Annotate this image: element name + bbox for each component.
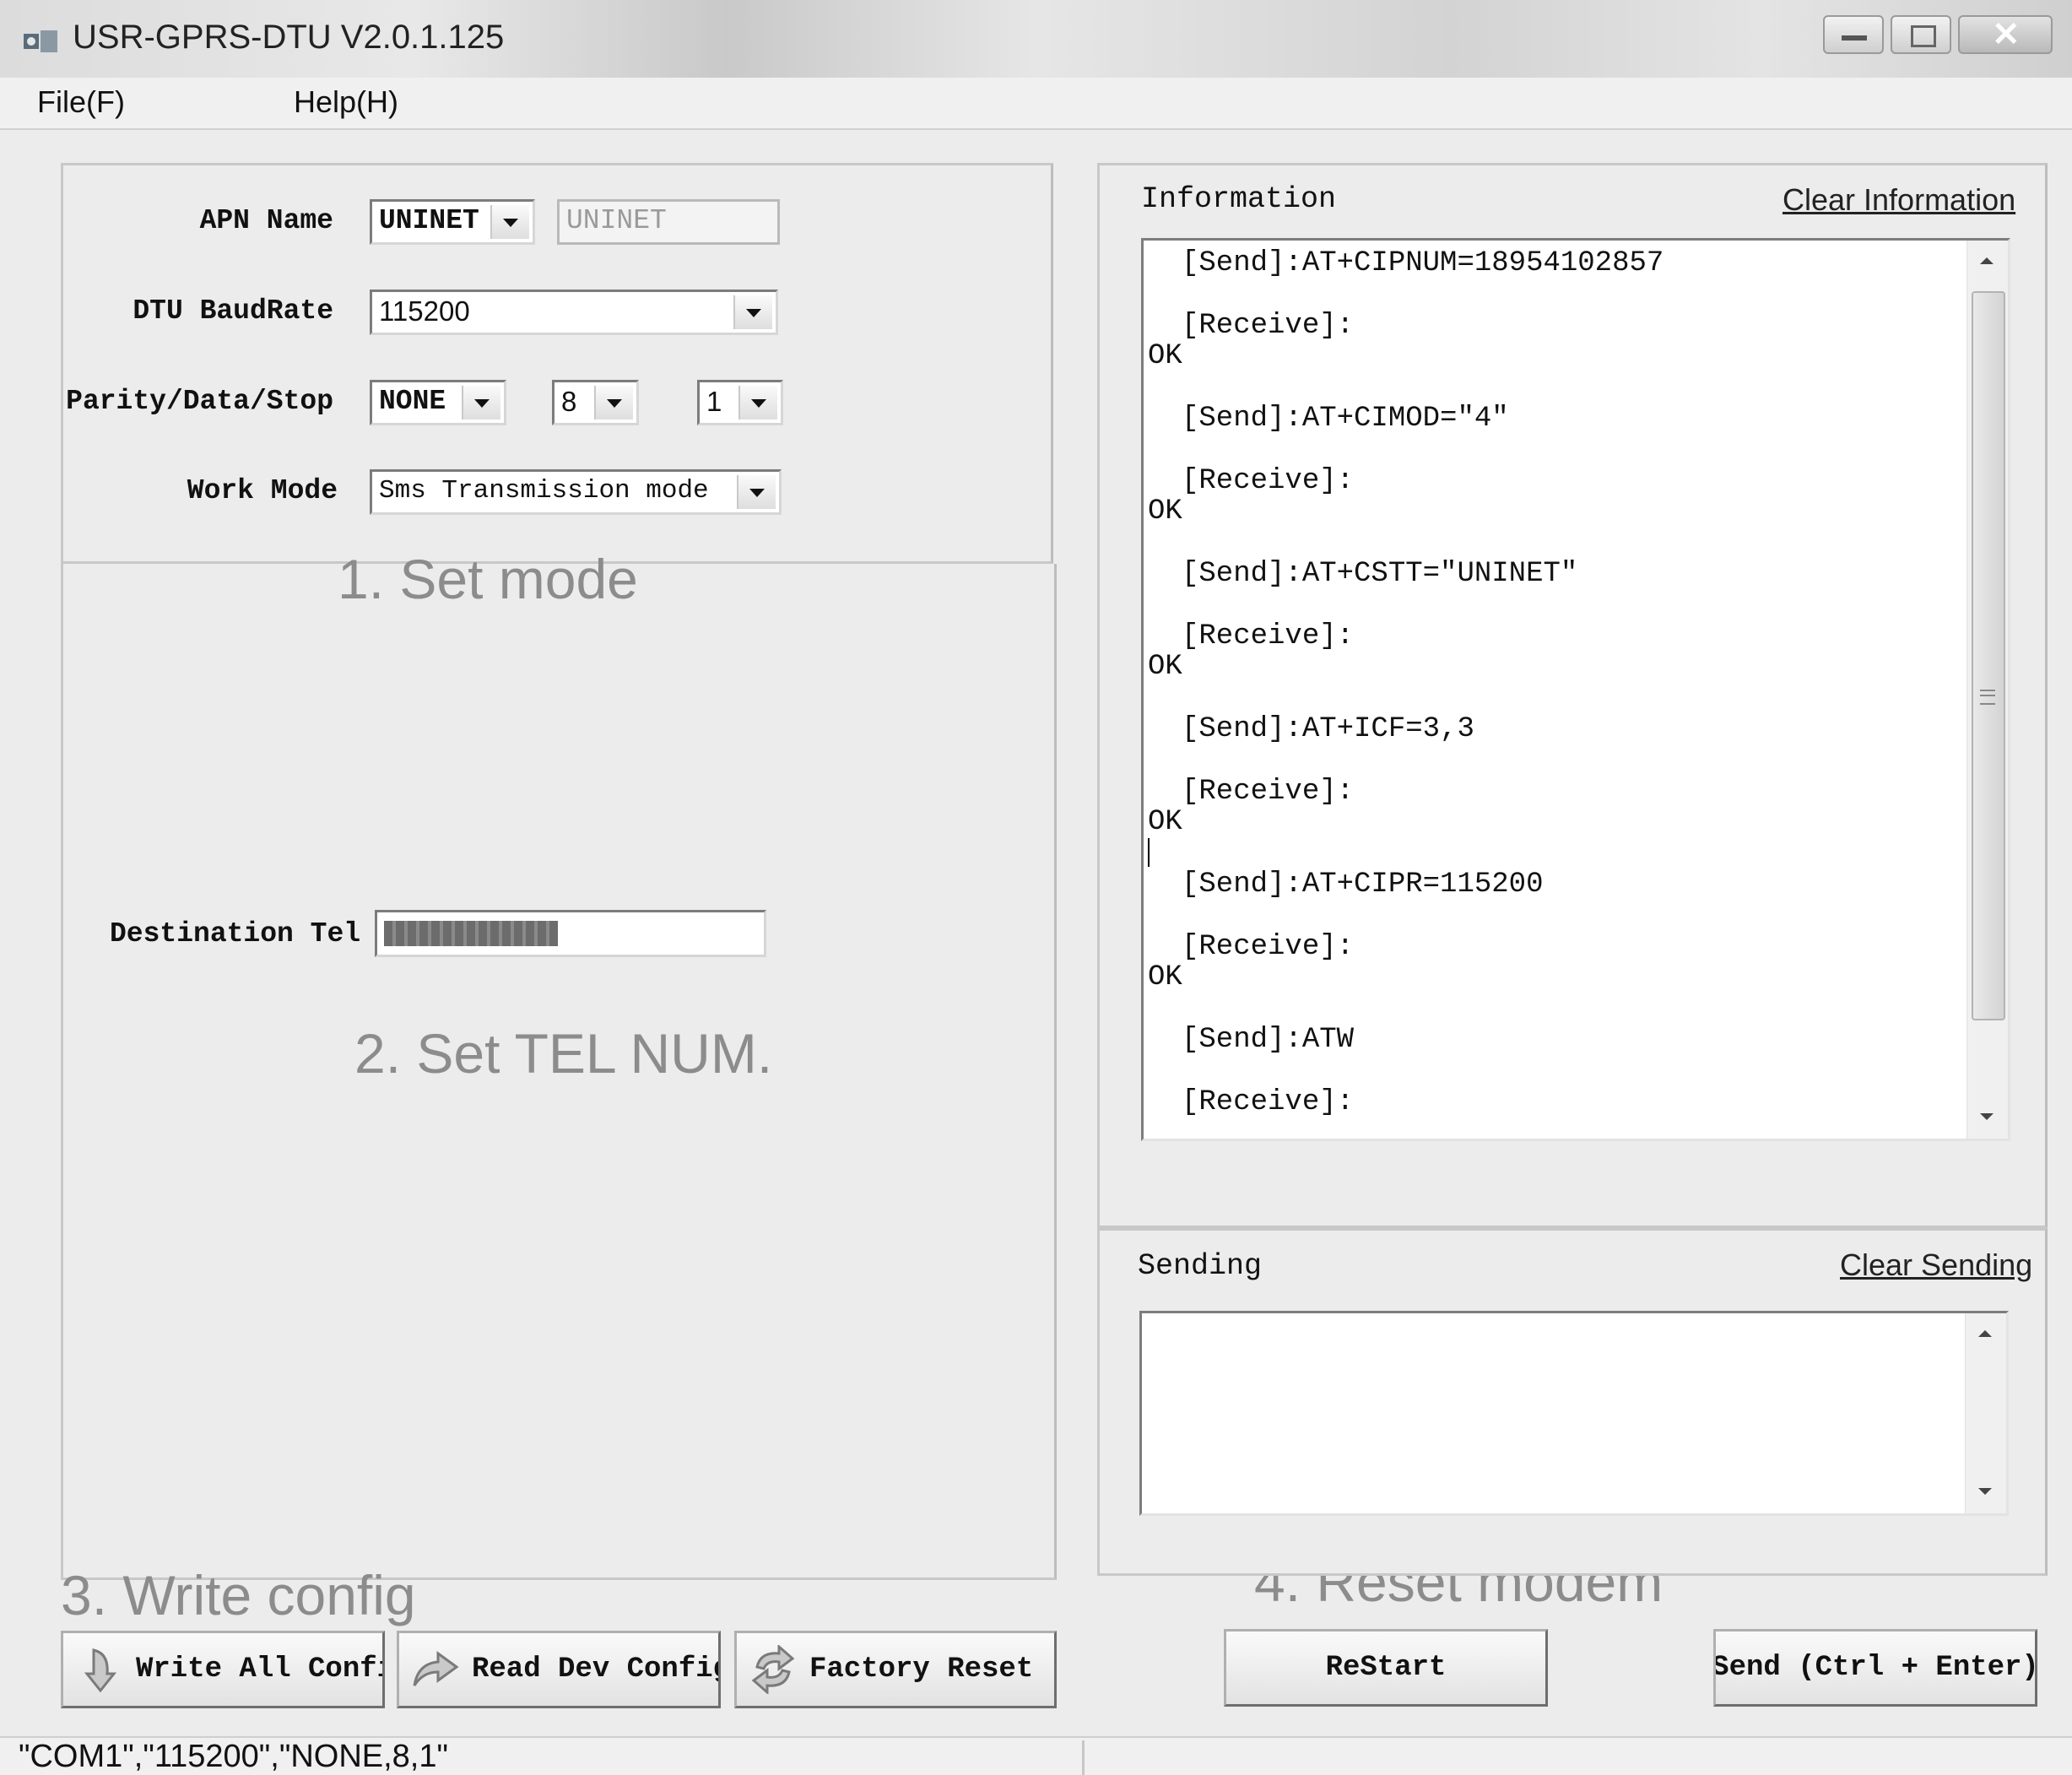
redacted-phone-number xyxy=(384,921,558,946)
status-port-settings: "COM1","115200","NONE,8,1" xyxy=(19,1739,448,1774)
sending-scrollbar[interactable] xyxy=(1965,1313,2006,1513)
send-label: Send (Ctrl + Enter) xyxy=(1713,1652,2037,1684)
restart-button[interactable]: ReStart xyxy=(1224,1629,1548,1707)
menu-file[interactable]: File(F) xyxy=(37,84,125,120)
workmode-select[interactable]: Sms Transmission mode xyxy=(370,469,782,515)
stop-bits-value: 1 xyxy=(706,386,722,417)
download-arrow-icon xyxy=(84,1648,117,1693)
text-cursor xyxy=(1148,838,1150,867)
apn-select-value: UNINET xyxy=(379,205,479,236)
log-line: [Send]:AT+CIPR=115200 xyxy=(1182,869,1544,901)
chevron-down-icon[interactable] xyxy=(594,386,633,419)
workmode-label: Work Mode xyxy=(187,475,338,506)
log-line: OK xyxy=(1148,961,1182,993)
maximize-icon xyxy=(1911,25,1936,47)
log-line: OK xyxy=(1148,340,1182,372)
parity-select[interactable]: NONE xyxy=(370,380,506,425)
parity-label: Parity/Data/Stop xyxy=(66,386,333,417)
log-line: OK xyxy=(1148,806,1182,838)
app-icon xyxy=(22,29,59,54)
parity-select-value: NONE xyxy=(379,386,446,417)
step3-label: 3. Write config xyxy=(61,1564,416,1626)
log-line: [Send]:ATW xyxy=(1182,1024,1355,1056)
factory-reset-label: Factory Reset xyxy=(809,1653,1034,1686)
chevron-down-icon[interactable] xyxy=(737,475,776,509)
chevron-down-icon[interactable] xyxy=(738,386,777,419)
sending-title: Sending xyxy=(1138,1249,1263,1283)
baud-select[interactable]: 115200 xyxy=(370,290,778,335)
log-line: [Send]:AT+CIPNUM=18954102857 xyxy=(1182,247,1664,279)
send-button[interactable]: Send (Ctrl + Enter) xyxy=(1713,1629,2037,1707)
data-bits-value: 8 xyxy=(561,386,577,417)
restart-label: ReStart xyxy=(1325,1652,1447,1684)
sending-input[interactable] xyxy=(1139,1311,2009,1516)
dest-tel-input[interactable] xyxy=(375,910,766,957)
log-line: OK xyxy=(1148,651,1182,683)
apn-text-field: UNINET xyxy=(557,199,780,245)
minimize-icon xyxy=(1842,35,1867,41)
chevron-down-icon[interactable] xyxy=(733,295,772,329)
log-line: [Receive]: xyxy=(1182,620,1355,652)
apn-label: APN Name xyxy=(199,205,333,236)
stop-bits-select[interactable]: 1 xyxy=(697,380,783,425)
close-button[interactable]: ✕ xyxy=(1958,15,2053,54)
window-title: USR-GPRS-DTU V2.0.1.125 xyxy=(73,19,505,56)
clear-information-link[interactable]: Clear Information xyxy=(1783,182,2015,218)
read-dev-config-label: Read Dev Config xyxy=(472,1653,721,1686)
scroll-down-icon[interactable] xyxy=(1967,1105,2008,1130)
chevron-down-icon[interactable] xyxy=(490,205,529,239)
log-line: [Send]:AT+CSTT="UNINET" xyxy=(1182,558,1578,590)
workmode-select-value: Sms Transmission mode xyxy=(379,476,709,506)
menu-help[interactable]: Help(H) xyxy=(294,84,398,120)
maximize-button[interactable] xyxy=(1891,15,1951,54)
baud-select-value: 115200 xyxy=(379,295,470,327)
log-line: OK xyxy=(1148,495,1182,528)
step2-label: 2. Set TEL NUM. xyxy=(354,1022,773,1085)
log-line: [Send]:AT+ICF=3,3 xyxy=(1182,713,1474,745)
write-all-config-button[interactable]: Write All Config xyxy=(61,1631,385,1708)
chevron-down-icon[interactable] xyxy=(462,386,500,419)
apn-select[interactable]: UNINET xyxy=(370,199,535,245)
info-scrollbar[interactable] xyxy=(1967,241,2008,1139)
upload-arrow-icon xyxy=(413,1651,459,1686)
scroll-down-icon[interactable] xyxy=(1966,1480,2006,1505)
baud-label: DTU BaudRate xyxy=(133,295,333,327)
grip-icon xyxy=(1980,690,1995,705)
factory-reset-button[interactable]: Factory Reset xyxy=(734,1631,1057,1708)
minimize-button[interactable] xyxy=(1823,15,1884,54)
status-separator xyxy=(1082,1740,1085,1775)
dest-tel-label: Destination Tel xyxy=(110,918,361,950)
refresh-icon xyxy=(751,1645,795,1694)
log-line: [Receive]: xyxy=(1182,310,1355,342)
write-all-config-label: Write All Config xyxy=(136,1653,385,1686)
information-log[interactable]: [Send]:AT+CIPNUM=18954102857 [Receive]: … xyxy=(1141,238,2010,1141)
data-bits-select[interactable]: 8 xyxy=(552,380,639,425)
scroll-thumb[interactable] xyxy=(1972,291,2005,1020)
log-line: [Receive]: xyxy=(1182,1086,1355,1118)
scroll-up-icon[interactable] xyxy=(1967,249,2008,274)
clear-sending-link[interactable]: Clear Sending xyxy=(1840,1247,2032,1283)
log-line: [Receive]: xyxy=(1182,776,1355,808)
log-line: [Receive]: xyxy=(1182,931,1355,963)
log-line: [Receive]: xyxy=(1182,465,1355,497)
close-icon: ✕ xyxy=(1992,16,2021,53)
scroll-up-icon[interactable] xyxy=(1966,1322,2006,1347)
info-title: Information xyxy=(1141,182,1337,216)
log-line: [Send]:AT+CIMOD="4" xyxy=(1182,403,1509,435)
read-dev-config-button[interactable]: Read Dev Config xyxy=(397,1631,721,1708)
step1-label: 1. Set mode xyxy=(338,548,638,610)
